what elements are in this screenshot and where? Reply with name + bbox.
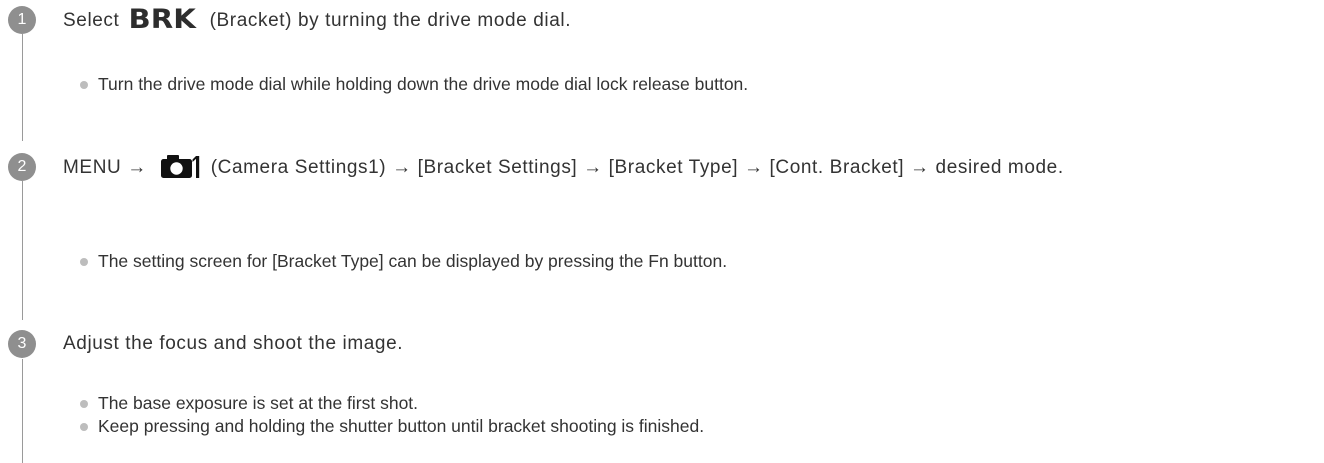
- step-connector-line: [22, 34, 23, 141]
- bracket-mode-icon: BRK: [128, 4, 197, 35]
- list-item: Keep pressing and holding the shutter bu…: [80, 415, 704, 438]
- list-item: The setting screen for [Bracket Type] ca…: [80, 250, 727, 273]
- procedure-steps: 1 Select BRK (Bracket) by turning the dri…: [0, 0, 1324, 463]
- note-text: The base exposure is set at the first sh…: [98, 393, 419, 413]
- step-text-after: (Camera Settings1) → [Bracket Settings] …: [204, 157, 1064, 178]
- step-instruction: Adjust the focus and shoot the image.: [63, 333, 404, 354]
- step-connector-line: [22, 359, 23, 463]
- bullet-dot-icon: [80, 400, 88, 408]
- note-text: The setting screen for [Bracket Type] ca…: [98, 251, 728, 271]
- camera-icon: [160, 155, 200, 178]
- list-item: The base exposure is set at the first sh…: [80, 392, 704, 415]
- step-instruction: Select BRK (Bracket) by turning the drive…: [63, 3, 571, 37]
- step-text-before: MENU →: [63, 157, 147, 178]
- step-notes: The base exposure is set at the first sh…: [80, 392, 704, 438]
- step-text-after: (Bracket) by turning the drive mode dial…: [203, 10, 572, 31]
- bullet-dot-icon: [80, 258, 88, 266]
- bullet-dot-icon: [80, 81, 88, 89]
- step-text-before: Select: [63, 10, 120, 31]
- list-item: Turn the drive mode dial while holding d…: [80, 73, 748, 96]
- note-text: Keep pressing and holding the shutter bu…: [98, 416, 705, 436]
- step-notes: Turn the drive mode dial while holding d…: [80, 73, 748, 96]
- step-notes: The setting screen for [Bracket Type] ca…: [80, 250, 727, 273]
- step-number-badge: 1: [8, 6, 36, 34]
- bullet-dot-icon: [80, 423, 88, 431]
- note-text: Turn the drive mode dial while holding d…: [98, 74, 749, 94]
- step-number-badge: 2: [8, 153, 36, 181]
- step-instruction: MENU → (Camera Settings1) → [Bracket Set…: [63, 151, 1303, 189]
- step-connector-line: [22, 181, 23, 320]
- camera-settings-1-icon: [159, 152, 205, 189]
- step-number-badge: 3: [8, 330, 36, 358]
